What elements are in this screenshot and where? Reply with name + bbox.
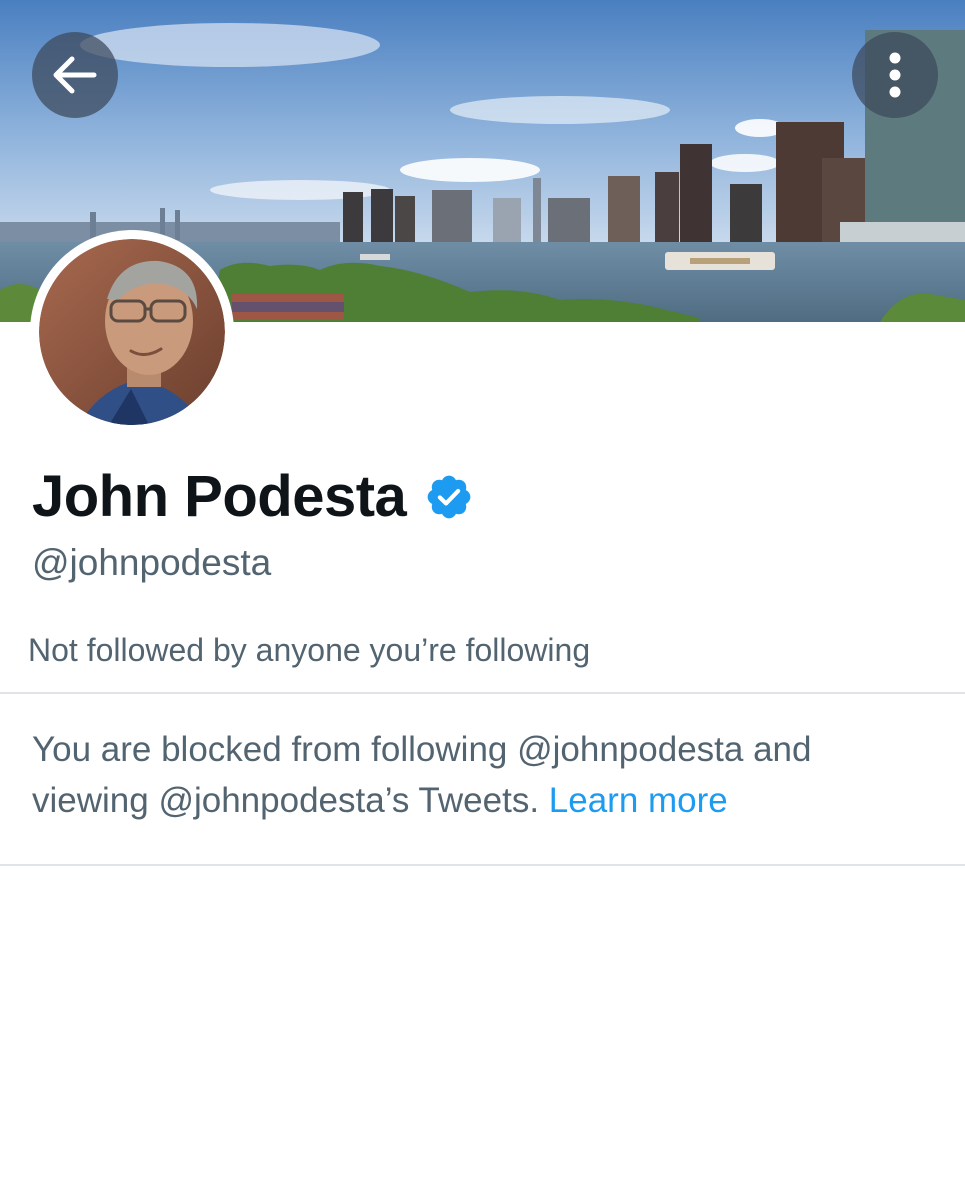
- learn-more-link[interactable]: Learn more: [549, 781, 728, 820]
- verified-badge-icon[interactable]: [424, 472, 474, 522]
- followers-you-know-note: Not followed by anyone you’re following: [28, 632, 591, 668]
- avatar-photo: [39, 239, 225, 425]
- blocked-notice: You are blocked from following @johnpode…: [32, 724, 932, 826]
- display-name: John Podesta: [32, 464, 407, 529]
- more-vertical-icon: [888, 52, 902, 98]
- profile-handle: @johnpodesta: [32, 542, 272, 583]
- back-button[interactable]: [32, 32, 118, 118]
- divider: [0, 692, 965, 694]
- divider: [0, 864, 965, 866]
- more-options-button[interactable]: [852, 32, 938, 118]
- avatar[interactable]: [30, 230, 234, 434]
- arrow-left-icon: [52, 55, 98, 95]
- profile-name-row: John Podesta: [32, 462, 474, 532]
